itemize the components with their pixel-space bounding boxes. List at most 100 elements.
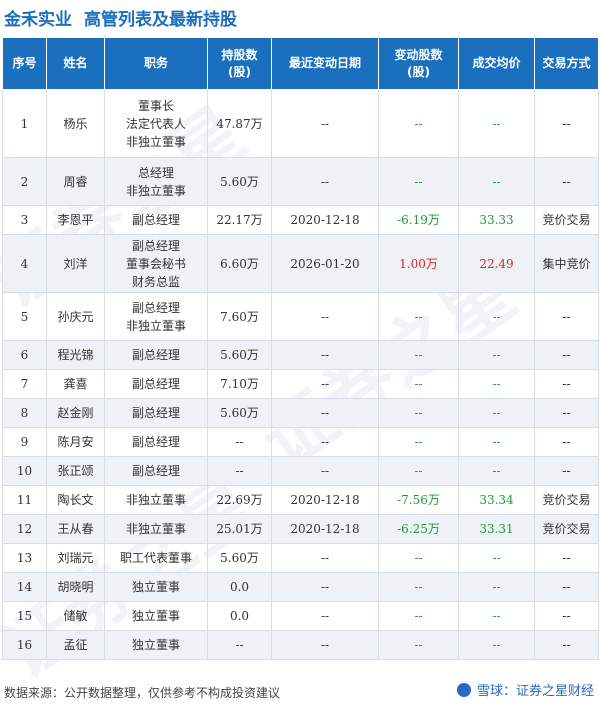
method-cell: -- (534, 369, 599, 399)
method-cell: -- (534, 456, 599, 486)
name-cell: 程光锦 (46, 340, 105, 370)
method-cell: -- (534, 398, 599, 428)
change-cell: -- (378, 340, 459, 370)
method-cell: -- (534, 89, 599, 158)
shares-cell: 7.10万 (207, 369, 272, 399)
seq-cell: 4 (2, 234, 47, 293)
table-row: 14 胡晓明 独立董事 0.0 -- -- -- -- (2, 572, 599, 602)
table-row: 6 程光锦 副总经理 5.60万 -- -- -- -- (2, 340, 599, 370)
position-cell: 副总经理 (104, 340, 208, 370)
position-cell: 副总经理 董事会秘书 财务总监 (104, 234, 208, 293)
date-cell: -- (271, 456, 379, 486)
name-cell: 陈月安 (46, 427, 105, 457)
name-cell: 孙庆元 (46, 292, 105, 341)
page-title: 金禾实业 高管列表及最新持股 (4, 4, 237, 30)
date-cell: -- (271, 572, 379, 602)
method-cell: -- (534, 157, 599, 206)
name-cell: 赵金刚 (46, 398, 105, 428)
method-cell: -- (534, 630, 599, 660)
price-cell: -- (458, 292, 535, 341)
data-source-note: 数据来源：公开数据整理，仅供参考不构成投资建议 (4, 686, 281, 700)
shares-cell: -- (207, 630, 272, 660)
col-seq-header: 序号 (2, 37, 47, 90)
shares-cell: 25.01万 (207, 514, 272, 544)
position-cell: 副总经理 (104, 205, 208, 235)
table-row: 7 龚喜 副总经理 7.10万 -- -- -- -- (2, 369, 599, 399)
name-cell: 周睿 (46, 157, 105, 206)
table-row: 10 张正颂 副总经理 -- -- -- -- -- (2, 456, 599, 486)
change-cell: -- (378, 157, 459, 206)
price-cell: -- (458, 427, 535, 457)
seq-cell: 14 (2, 572, 47, 602)
price-cell: -- (458, 630, 535, 660)
method-cell: -- (534, 543, 599, 573)
date-cell: -- (271, 340, 379, 370)
position-cell: 独立董事 (104, 572, 208, 602)
position-cell: 董事长 法定代表人 非独立董事 (104, 89, 208, 158)
table-row: 1 杨乐 董事长 法定代表人 非独立董事 47.87万 -- -- -- -- (2, 89, 599, 158)
price-cell: -- (458, 157, 535, 206)
position-cell: 独立董事 (104, 630, 208, 660)
date-cell: -- (271, 369, 379, 399)
executives-table: 序号 姓名 职务 持股数 (股) 最近变动日期 变动股数 (股) 成交均价 交易方式 1 杨乐 董事长… (2, 37, 599, 660)
brand-text: 雪球：证券之星财经 (476, 684, 594, 699)
position-cell: 副总经理 (104, 398, 208, 428)
table-row: 9 陈月安 副总经理 -- -- -- -- -- (2, 427, 599, 457)
price-cell: -- (458, 398, 535, 428)
name-cell: 王从春 (46, 514, 105, 544)
change-cell: -- (378, 398, 459, 428)
position-cell: 非独立董事 (104, 485, 208, 515)
shares-cell: 6.60万 (207, 234, 272, 293)
date-cell: 2026-01-20 (271, 234, 379, 293)
date-cell: -- (271, 601, 379, 631)
position-cell: 职工代表董事 (104, 543, 208, 573)
price-cell: -- (458, 369, 535, 399)
col-date-header: 最近变动日期 (271, 37, 379, 90)
position-cell: 副总经理 (104, 456, 208, 486)
seq-cell: 13 (2, 543, 47, 573)
company-name: 金禾实业 (4, 9, 72, 30)
date-cell: -- (271, 543, 379, 573)
seq-cell: 2 (2, 157, 47, 206)
method-cell: -- (534, 292, 599, 341)
name-cell: 刘洋 (46, 234, 105, 293)
date-cell: 2020-12-18 (271, 205, 379, 235)
price-cell: 22.49 (458, 234, 535, 293)
change-cell: 1.00万 (378, 234, 459, 293)
seq-cell: 16 (2, 630, 47, 660)
position-cell: 总经理 非独立董事 (104, 157, 208, 206)
table-header-row: 序号 姓名 职务 持股数 (股) 最近变动日期 变动股数 (股) 成交均价 交易方式 (2, 37, 599, 90)
table-title: 高管列表及最新持股 (84, 9, 237, 30)
seq-cell: 1 (2, 89, 47, 158)
seq-cell: 15 (2, 601, 47, 631)
shares-cell: 7.60万 (207, 292, 272, 341)
position-cell: 非独立董事 (104, 514, 208, 544)
table-row: 16 孟征 独立董事 -- -- -- -- -- (2, 630, 599, 660)
position-cell: 副总经理 (104, 427, 208, 457)
change-cell: -- (378, 601, 459, 631)
date-cell: -- (271, 89, 379, 158)
shares-cell: 47.87万 (207, 89, 272, 158)
price-cell: 33.33 (458, 205, 535, 235)
price-cell: -- (458, 89, 535, 158)
name-cell: 胡晓明 (46, 572, 105, 602)
change-cell: -6.25万 (378, 514, 459, 544)
price-cell: -- (458, 601, 535, 631)
name-cell: 李恩平 (46, 205, 105, 235)
shares-cell: 22.69万 (207, 485, 272, 515)
col-position-header: 职务 (104, 37, 208, 90)
shares-cell: 0.0 (207, 601, 272, 631)
method-cell: -- (534, 572, 599, 602)
brand: 雪球：证券之星财经 (456, 680, 594, 699)
method-cell: -- (534, 340, 599, 370)
shares-cell: 22.17万 (207, 205, 272, 235)
method-cell: 竞价交易 (534, 514, 599, 544)
change-cell: -- (378, 89, 459, 158)
method-cell: 竞价交易 (534, 485, 599, 515)
change-cell: -- (378, 456, 459, 486)
date-cell: 2020-12-18 (271, 514, 379, 544)
col-shares-header: 持股数 (股) (207, 37, 272, 90)
seq-cell: 5 (2, 292, 47, 341)
name-cell: 储敏 (46, 601, 105, 631)
name-cell: 刘瑞元 (46, 543, 105, 573)
